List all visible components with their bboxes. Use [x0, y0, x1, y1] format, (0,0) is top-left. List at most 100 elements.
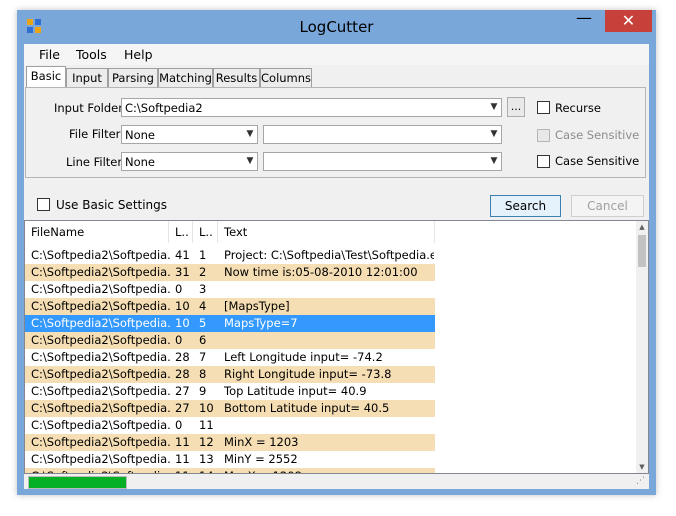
scroll-down-icon[interactable]: ▼: [636, 461, 648, 473]
scroll-up-icon[interactable]: ▲: [636, 221, 648, 233]
chevron-down-icon: ▼: [490, 129, 498, 139]
scroll-thumb[interactable]: [638, 235, 646, 267]
tab-parsing[interactable]: Parsing: [108, 68, 158, 87]
title-bar[interactable]: LogCutter — ✕: [17, 10, 656, 44]
cancel-button[interactable]: Cancel: [571, 195, 644, 217]
file-filter-text-combo[interactable]: ▼: [263, 125, 502, 144]
basic-panel: Input Folder C:\Softpedia2 ▼ ... Recurse…: [25, 87, 646, 178]
minimize-button[interactable]: —: [570, 10, 598, 32]
cell-length: 31: [175, 265, 190, 279]
cell-length: 0: [175, 282, 183, 296]
cell-text: Project: C:\Softpedia\Test\Softpedia.ebm…: [224, 248, 434, 262]
case-sensitive-file-checkbox[interactable]: [537, 129, 550, 142]
line-filter-value: None: [125, 155, 156, 169]
cell-filename: C:\Softpedia2\Softpedia.log: [31, 316, 171, 330]
chevron-down-icon: ▼: [490, 102, 498, 112]
cell-text: MinY = 2552: [224, 452, 298, 466]
column-header-line[interactable]: L..: [193, 221, 218, 243]
cell-text: [224, 281, 434, 298]
status-bar: ⋰: [24, 476, 649, 489]
search-button[interactable]: Search: [490, 195, 561, 217]
cell-text: [224, 417, 434, 434]
column-header-filename[interactable]: FileName: [25, 221, 169, 243]
window-title: LogCutter: [299, 18, 374, 36]
cell-filename: C:\Softpedia2\Softpedia.log: [31, 435, 171, 449]
cell-filename: C:\Softpedia2\Softpedia.log: [31, 248, 171, 262]
cell-filename: C:\Softpedia2\Softpedia.log: [31, 350, 171, 364]
file-filter-value: None: [125, 128, 156, 142]
table-row[interactable]: C:\Softpedia2\Softpedia.log 0 11: [25, 417, 435, 434]
cell-length: 28: [175, 350, 190, 364]
cell-length: 11: [175, 435, 190, 449]
table-row[interactable]: C:\Softpedia2\Softpedia.log 0 6: [25, 332, 435, 349]
table-row[interactable]: C:\Softpedia2\Softpedia.log 31 2 Now time i…: [25, 264, 435, 281]
cell-text: [MapsType]: [224, 299, 290, 313]
table-row[interactable]: C:\Softpedia2\Softpedia.log 0 3: [25, 281, 435, 298]
cell-line: 7: [199, 350, 207, 364]
cell-text: Bottom Latitude input= 40.5: [224, 401, 390, 415]
menu-file[interactable]: File: [39, 47, 60, 62]
cell-filename: C:\Softpedia2\Softpedia.log: [31, 282, 171, 296]
tab-results[interactable]: Results: [213, 68, 260, 87]
line-filter-text-combo[interactable]: ▼: [263, 152, 502, 171]
use-basic-settings-checkbox[interactable]: [37, 198, 50, 211]
case-sensitive-line-checkbox[interactable]: [537, 155, 550, 168]
cell-length: 0: [175, 333, 183, 347]
cell-length: 28: [175, 367, 190, 381]
table-row[interactable]: C:\Softpedia2\Softpedia.log 11 13 MinY = 25…: [25, 451, 435, 468]
cell-line: 10: [199, 401, 214, 415]
input-folder-label: Input Folder: [54, 101, 123, 115]
column-header-length[interactable]: L..: [169, 221, 193, 243]
tab-basic[interactable]: Basic: [26, 66, 66, 88]
browse-button[interactable]: ...: [507, 97, 525, 117]
table-row[interactable]: C:\Softpedia2\Softpedia.log 1114MaxX = 12…: [25, 468, 435, 473]
cell-line: 8: [199, 367, 207, 381]
vertical-scrollbar[interactable]: ▲ ▼: [636, 221, 648, 473]
tab-input[interactable]: Input: [66, 68, 108, 87]
cell-length: 10: [175, 316, 190, 330]
input-folder-combo[interactable]: C:\Softpedia2 ▼: [121, 98, 502, 117]
cell-length: 11: [175, 468, 197, 473]
cell-line: 1: [199, 248, 207, 262]
tab-columns[interactable]: Columns: [260, 68, 312, 87]
file-filter-label: File Filter: [69, 127, 121, 141]
menu-bar: File Tools Help: [24, 44, 649, 65]
cell-filename: C:\Softpedia2\Softpedia.log: [31, 418, 171, 432]
table-row[interactable]: C:\Softpedia2\Softpedia.log 11 12 MinX = 12…: [25, 434, 435, 451]
file-filter-select[interactable]: None ▼: [121, 125, 258, 144]
table-row[interactable]: C:\Softpedia2\Softpedia.log 10 5 MapsType=7: [25, 315, 435, 332]
app-window: LogCutter — ✕ File Tools Help Basic Inpu…: [17, 10, 656, 495]
cell-text: Now time is:05-08-2010 12:01:00: [224, 265, 418, 279]
resize-grip-icon[interactable]: ⋰: [636, 476, 645, 486]
table-row[interactable]: C:\Softpedia2\Softpedia.log 27 9 Top Latitu…: [25, 383, 435, 400]
menu-help[interactable]: Help: [124, 47, 153, 62]
table-row[interactable]: C:\Softpedia2\Softpedia.log 28 7 Left Longi…: [25, 349, 435, 366]
cell-text: MinX = 1203: [224, 435, 299, 449]
cell-text: MapsType=7: [224, 316, 298, 330]
cell-line: 14: [199, 468, 221, 473]
cell-text: Right Longitude input= -73.8: [224, 367, 392, 381]
table-row[interactable]: C:\Softpedia2\Softpedia.log 41 1 Project: C…: [25, 247, 435, 264]
cell-line: 3: [199, 282, 207, 296]
results-list[interactable]: FileName L.. L.. Text C:\Softpedia2\Soft…: [24, 220, 649, 474]
cell-filename: C:\Softpedia2\Softpedia.log: [31, 468, 171, 473]
progress-bar: [28, 476, 127, 489]
chevron-down-icon: ▼: [490, 156, 498, 166]
table-row[interactable]: C:\Softpedia2\Softpedia.log 28 8 Right Long…: [25, 366, 435, 383]
cell-line: 2: [199, 265, 207, 279]
cell-filename: C:\Softpedia2\Softpedia.log: [31, 333, 171, 347]
table-row[interactable]: C:\Softpedia2\Softpedia.log 27 10 Bottom La…: [25, 400, 435, 417]
input-folder-value: C:\Softpedia2: [125, 101, 203, 115]
cell-filename: C:\Softpedia2\Softpedia.log: [31, 452, 171, 466]
cell-line: 9: [199, 384, 207, 398]
line-filter-select[interactable]: None ▼: [121, 152, 258, 171]
column-header-text[interactable]: Text: [218, 221, 435, 243]
menu-tools[interactable]: Tools: [76, 47, 107, 62]
tab-matching[interactable]: Matching: [158, 68, 213, 87]
close-button[interactable]: ✕: [605, 10, 652, 32]
cell-length: 27: [175, 401, 190, 415]
cell-text: Top Latitude input= 40.9: [224, 384, 367, 398]
recurse-checkbox[interactable]: [537, 101, 550, 114]
table-row[interactable]: C:\Softpedia2\Softpedia.log 10 4 [MapsType]: [25, 298, 435, 315]
cell-length: 41: [175, 248, 190, 262]
